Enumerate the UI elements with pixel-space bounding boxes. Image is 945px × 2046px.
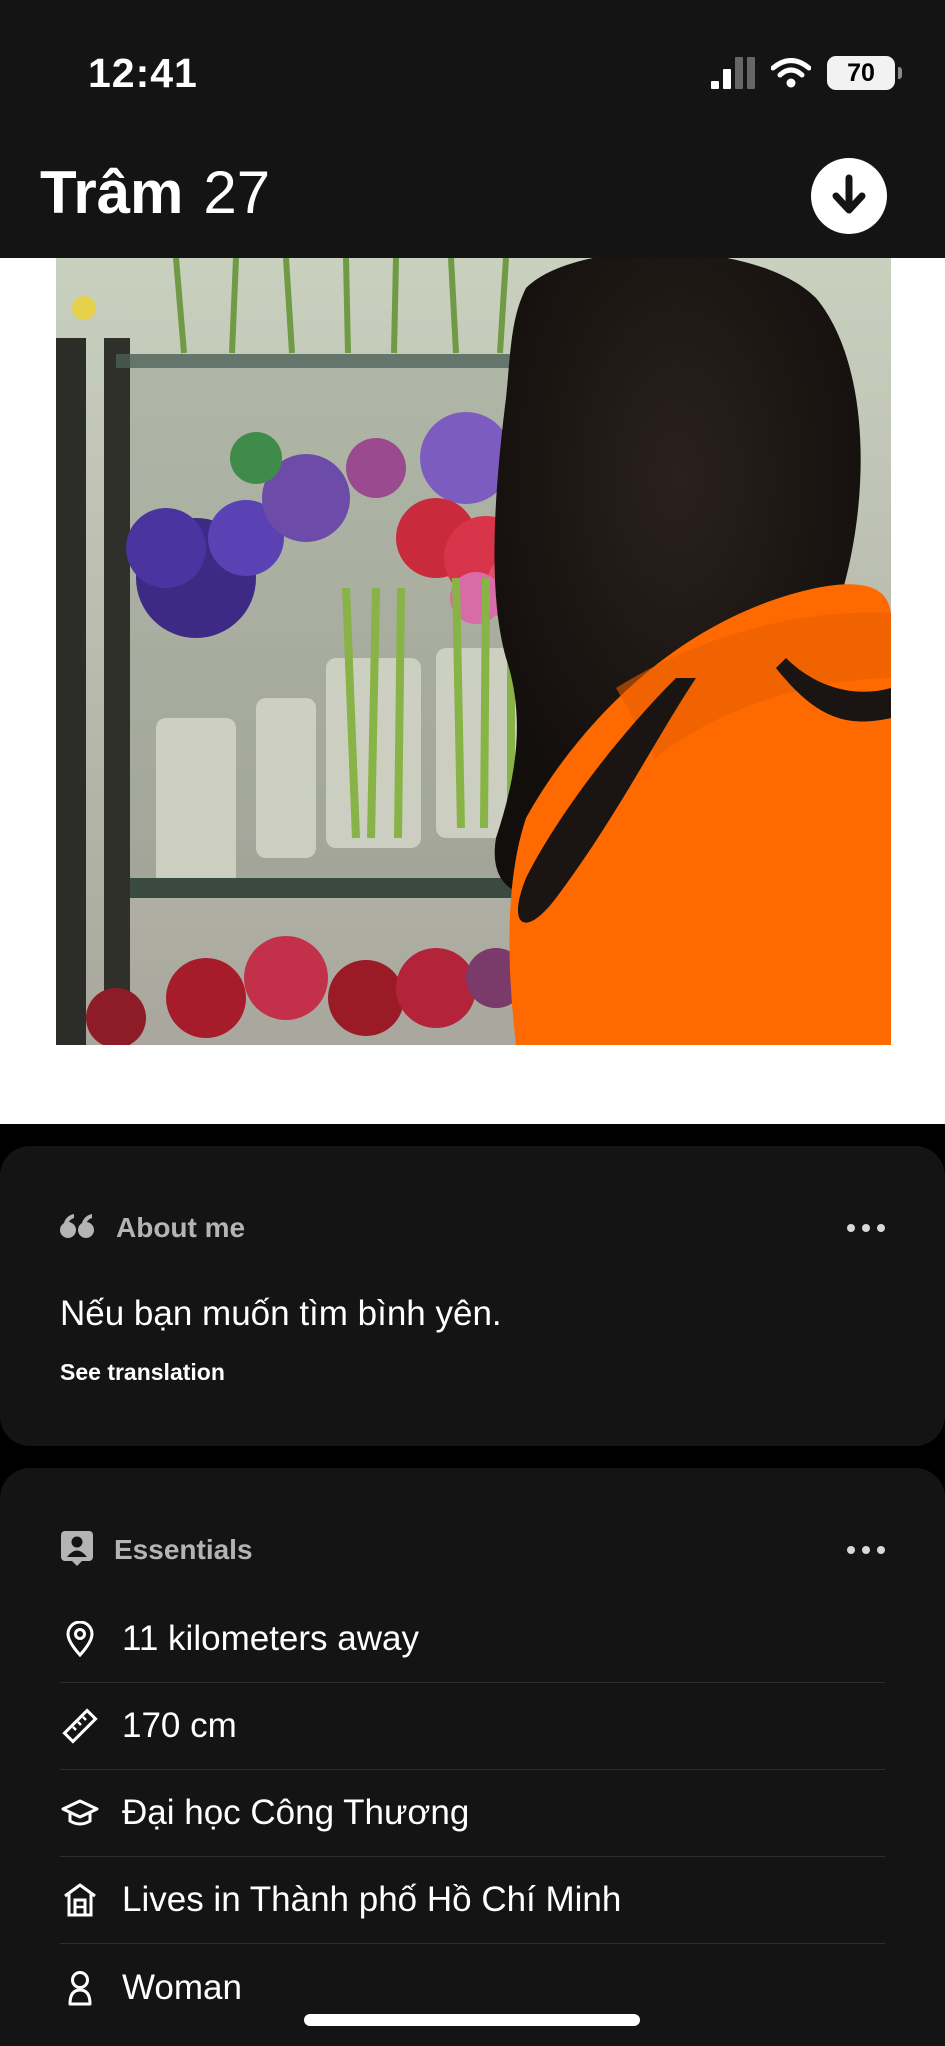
about-me-text: Nếu bạn muốn tìm bình yên.: [60, 1294, 502, 1333]
more-dot-icon: [877, 1546, 885, 1554]
ruler-icon: [60, 1706, 100, 1746]
about-me-label: About me: [116, 1212, 246, 1243]
arrow-down-icon: [832, 174, 866, 214]
essentials-list: 11 kilometers away 170 cm Đại học Công T…: [60, 1596, 885, 2031]
essential-item-label: Đại học Công Thương: [122, 1793, 470, 1832]
profile-name-heading: Trâm 27: [40, 158, 270, 227]
essentials-label: Essentials: [114, 1534, 253, 1565]
essentials-more-options-button[interactable]: [847, 1546, 885, 1554]
see-translation-link[interactable]: See translation: [60, 1359, 225, 1386]
about-more-options-button[interactable]: [847, 1224, 885, 1232]
graduation-cap-icon: [60, 1793, 100, 1833]
collapse-profile-button[interactable]: [811, 158, 887, 234]
more-dot-icon: [847, 1224, 855, 1232]
top-bar: 12:41 70 Trâm 27: [0, 0, 945, 258]
location-pin-icon: [60, 1619, 100, 1659]
about-me-card: About me Nếu bạn muốn tìm bình yên. See …: [0, 1146, 945, 1446]
more-dot-icon: [862, 1224, 870, 1232]
status-icons: 70: [711, 56, 902, 90]
essential-item-label: 170 cm: [122, 1706, 237, 1745]
essentials-header: Essentials: [60, 1530, 885, 1571]
essential-item-education: Đại học Công Thương: [60, 1770, 885, 1857]
more-dot-icon: [862, 1546, 870, 1554]
status-time: 12:41: [88, 50, 198, 96]
about-me-header: About me: [60, 1210, 885, 1246]
wifi-icon: [771, 58, 811, 88]
more-dot-icon: [877, 1224, 885, 1232]
profile-age: 27: [203, 159, 271, 226]
photo-frame: [0, 258, 945, 1124]
cellular-signal-icon: [711, 57, 755, 89]
essential-item-label: Lives in Thành phố Hồ Chí Minh: [122, 1880, 622, 1919]
profile-photo[interactable]: [56, 258, 891, 1045]
essential-item-location: Lives in Thành phố Hồ Chí Minh: [60, 1857, 885, 1944]
essential-item-distance: 11 kilometers away: [60, 1596, 885, 1683]
essential-item-label: Woman: [122, 1967, 242, 2007]
profile-name: Trâm: [40, 159, 184, 226]
essential-item-height: 170 cm: [60, 1683, 885, 1770]
home-icon: [60, 1880, 100, 1920]
more-dot-icon: [847, 1546, 855, 1554]
quote-icon: [60, 1212, 96, 1245]
essential-item-label: 11 kilometers away: [122, 1619, 419, 1658]
id-card-icon: [60, 1530, 94, 1571]
essentials-card: Essentials 11 kilometers away 170 cm Đại…: [0, 1468, 945, 2046]
battery-icon: 70: [827, 56, 902, 90]
person-icon: [60, 1968, 100, 2008]
home-indicator[interactable]: [304, 2014, 640, 2026]
